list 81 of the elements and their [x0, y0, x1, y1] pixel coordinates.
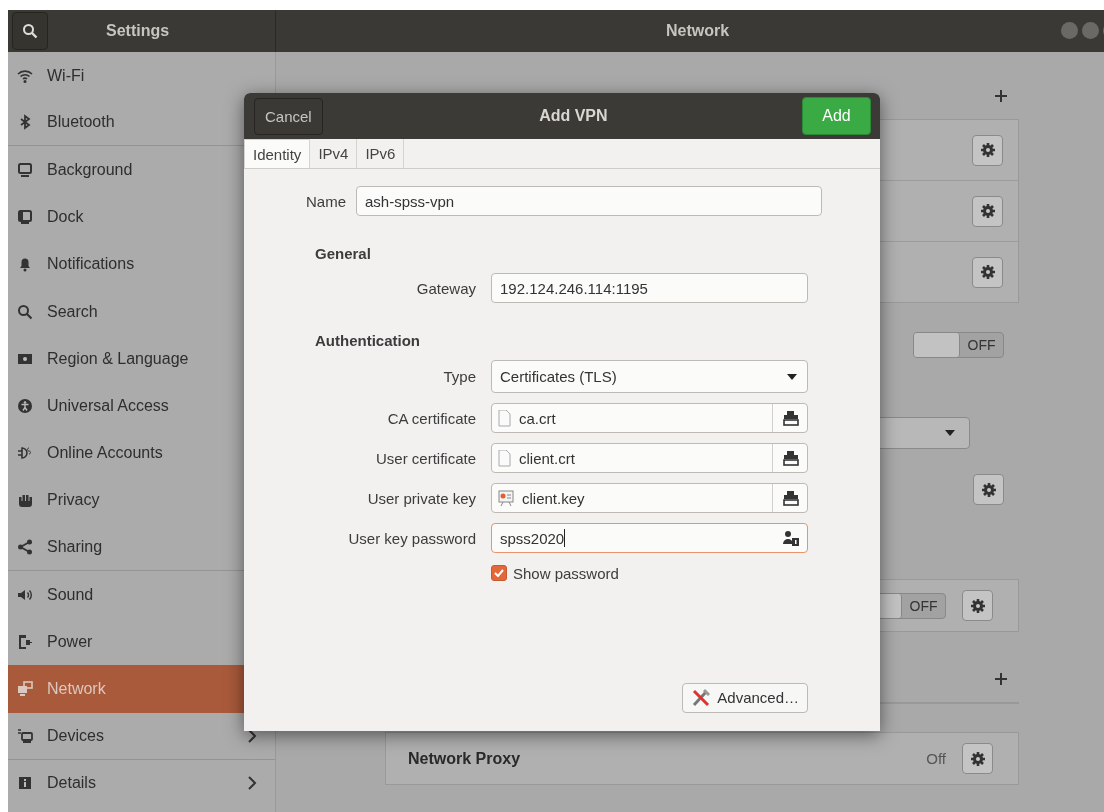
accessibility-icon	[17, 397, 33, 414]
settings-button[interactable]	[962, 743, 993, 774]
field-label: Name	[305, 192, 346, 210]
settings-icon	[979, 264, 996, 280]
chevron-icon	[247, 776, 257, 791]
file-open-icon[interactable]	[783, 450, 799, 466]
document-icon	[498, 449, 511, 467]
tools-icon	[691, 687, 712, 708]
gateway-field[interactable]: 192.124.246.114:1195	[491, 273, 808, 303]
sidebar-item[interactable]: Notifications	[8, 240, 275, 288]
monitor-icon	[17, 161, 33, 178]
settings-icon	[979, 203, 996, 219]
name-field[interactable]: ash-spss-vpn	[356, 186, 822, 216]
show-password-checkbox[interactable]: Show password	[491, 564, 619, 582]
sidebar-item[interactable]: Region & Language	[8, 335, 275, 383]
advanced-button[interactable]: Advanced…	[682, 682, 808, 713]
accounts-icon	[17, 445, 33, 462]
wifi-icon	[17, 67, 33, 84]
proxy-status: Off	[926, 750, 946, 767]
file-chooser[interactable]: ca.crt	[491, 403, 808, 433]
settings-icon	[969, 597, 986, 614]
search-icon	[17, 303, 33, 320]
sidebar-item[interactable]: Search	[8, 287, 275, 336]
field-label: CA certificate	[386, 409, 476, 427]
share-icon	[17, 538, 33, 555]
dropdown-caret-icon	[787, 373, 797, 380]
sidebar-item[interactable]: Wi-Fi	[8, 52, 275, 100]
section-heading: Authentication	[315, 332, 421, 350]
sidebar-item[interactable]: Power	[8, 618, 275, 666]
settings-icon	[979, 142, 996, 158]
add-icon[interactable]	[995, 90, 1007, 102]
key-file-icon	[498, 489, 514, 507]
bell-icon	[17, 256, 33, 273]
settings-button[interactable]	[973, 474, 1004, 505]
settings-icon	[969, 750, 986, 767]
window-title: Network	[666, 22, 730, 40]
field-label: Gateway	[415, 279, 476, 297]
field-label: User private key	[366, 489, 476, 507]
network-proxy-label: Network Proxy	[408, 749, 521, 768]
network-icon	[17, 681, 33, 698]
type-dropdown[interactable]: Certificates (TLS)	[491, 360, 808, 393]
tab[interactable]: IPv6	[357, 139, 405, 168]
password-field[interactable]: spss2020	[491, 523, 808, 553]
toggle-switch[interactable]: OFF	[913, 332, 1004, 358]
sidebar-item[interactable]: Sound	[8, 571, 275, 619]
tab[interactable]: IPv4	[310, 139, 358, 168]
dialog-title: Add VPN	[539, 107, 608, 125]
search-icon	[22, 23, 38, 39]
file-chooser[interactable]: client.key	[491, 483, 808, 513]
file-open-icon[interactable]	[783, 490, 799, 506]
settings-icon	[980, 481, 997, 498]
field-label: User key password	[347, 529, 476, 547]
section-heading: General	[315, 245, 372, 263]
field-label: Type	[442, 368, 476, 385]
cancel-button[interactable]: Cancel	[254, 97, 323, 135]
field-label: User certificate	[374, 449, 476, 467]
search-button[interactable]	[12, 12, 48, 50]
settings-button[interactable]	[972, 256, 1003, 288]
checkmark-icon	[494, 569, 504, 577]
devices-icon	[17, 727, 33, 744]
settings-button[interactable]	[972, 195, 1003, 227]
sidebar-item[interactable]: Details	[8, 759, 275, 807]
add-icon[interactable]	[995, 673, 1007, 685]
sidebar-title: Settings	[106, 22, 170, 40]
file-chooser[interactable]: client.crt	[491, 443, 808, 473]
user-lock-icon	[783, 530, 799, 546]
tab[interactable]: Identity	[244, 139, 311, 168]
dock-icon	[17, 209, 33, 226]
info-icon	[17, 775, 33, 792]
chevron-icon	[247, 728, 257, 743]
settings-button[interactable]	[962, 590, 993, 621]
dropdown-caret-icon	[945, 430, 955, 436]
sidebar-item[interactable]: Dock	[8, 193, 275, 241]
file-open-icon[interactable]	[783, 410, 799, 426]
settings-button[interactable]	[972, 134, 1003, 166]
power-icon	[17, 633, 33, 650]
sidebar-item[interactable]: Online Accounts	[8, 429, 275, 477]
document-icon	[498, 409, 511, 427]
hand-icon	[17, 492, 33, 509]
sidebar-item[interactable]: Privacy	[8, 476, 275, 524]
sidebar-item[interactable]: Universal Access	[8, 382, 275, 430]
